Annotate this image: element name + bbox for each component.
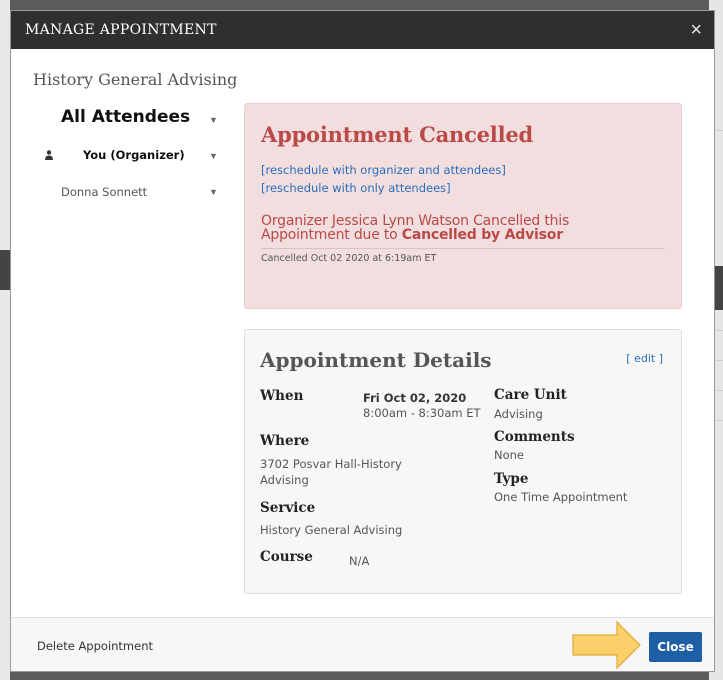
where-line1: 3702 Posvar Hall-History: [260, 457, 402, 471]
close-button[interactable]: Close: [649, 632, 702, 662]
attendee-donna-sonnett[interactable]: Donna Sonnett: [61, 185, 147, 199]
arrow-right-icon: [572, 620, 641, 670]
cancel-message: Organizer Jessica Lynn Watson Cancelled …: [261, 214, 665, 242]
details-heading: Appointment Details: [260, 348, 492, 372]
service-subtitle: History General Advising: [33, 70, 238, 89]
cancel-reason: Cancelled by Advisor: [401, 227, 563, 243]
all-attendees-selector[interactable]: All Attendees: [61, 107, 190, 127]
service-value: History General Advising: [260, 523, 403, 537]
when-label: When: [260, 388, 304, 404]
where-line2: Advising: [260, 473, 309, 487]
service-label: Service: [260, 500, 316, 516]
course-value: N/A: [349, 554, 370, 568]
caret-down-icon[interactable]: ▼: [209, 187, 218, 197]
cancelled-timestamp: Cancelled Oct 02 2020 at 6:19am ET: [261, 253, 437, 264]
type-value: One Time Appointment: [494, 490, 628, 504]
reschedule-all-link[interactable]: [reschedule with organizer and attendees…: [261, 161, 665, 179]
care-unit-value: Advising: [494, 407, 543, 421]
reschedule-attendees-link[interactable]: [reschedule with only attendees]: [261, 179, 665, 197]
delete-appointment-link[interactable]: Delete Appointment: [37, 639, 153, 653]
appointment-details-panel: Appointment Details [ edit ] When Fri Oc…: [244, 329, 682, 594]
cancel-message-line2: Appointment due to: [261, 227, 402, 243]
person-icon: [45, 150, 53, 160]
cancellation-alert: Appointment Cancelled [reschedule with o…: [244, 103, 682, 309]
cancelled-heading: Appointment Cancelled: [261, 122, 534, 147]
care-unit-label: Care Unit: [494, 387, 567, 403]
modal-footer: Delete Appointment Close: [11, 617, 714, 671]
type-label: Type: [494, 471, 529, 487]
divider: [261, 248, 665, 249]
modal-header: MANAGE APPOINTMENT ×: [11, 11, 714, 49]
comments-label: Comments: [494, 429, 575, 445]
caret-down-icon[interactable]: ▼: [209, 151, 218, 161]
course-label: Course: [260, 549, 313, 565]
caret-down-icon[interactable]: ▼: [209, 115, 218, 125]
when-date: Fri Oct 02, 2020: [363, 391, 467, 405]
background-page-left: [0, 0, 10, 680]
comments-value: None: [494, 448, 525, 462]
modal-body: History General Advising All Attendees ▼…: [11, 49, 714, 619]
attendee-you-organizer[interactable]: You (Organizer): [83, 148, 185, 162]
edit-link[interactable]: [ edit ]: [626, 352, 663, 365]
close-icon[interactable]: ×: [690, 20, 702, 40]
modal-title: MANAGE APPOINTMENT: [25, 22, 217, 38]
manage-appointment-modal: MANAGE APPOINTMENT × History General Adv…: [10, 10, 715, 672]
where-label: Where: [260, 433, 310, 449]
when-time: 8:00am - 8:30am ET: [363, 406, 481, 420]
